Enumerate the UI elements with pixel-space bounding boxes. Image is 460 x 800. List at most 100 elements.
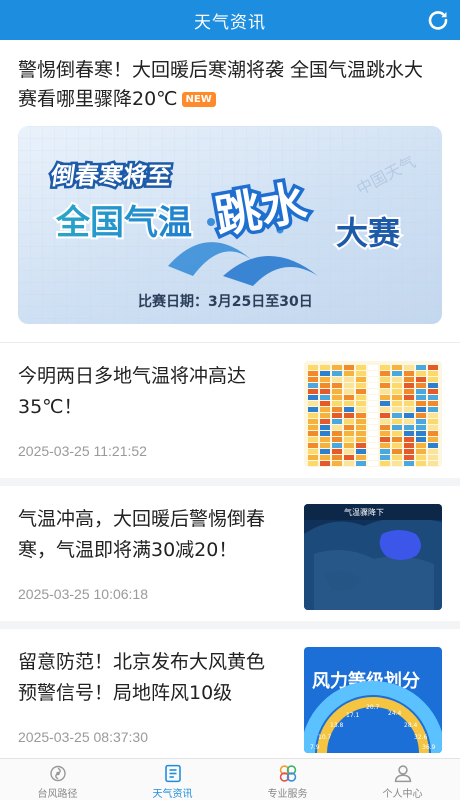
typhoon-icon [49, 765, 66, 782]
table-cell [380, 401, 390, 406]
table-cell [320, 449, 330, 454]
table-cell [404, 395, 414, 400]
news-item[interactable]: 留意防范！北京发布大风黄色预警信号！局地阵风10级 2025-03-25 08:… [0, 629, 460, 758]
table-cell [416, 425, 426, 430]
tab-personal-center[interactable]: 个人中心 [345, 759, 460, 800]
table-cell [356, 383, 366, 388]
table-label-cell [368, 401, 378, 406]
temperature-table-graphic [304, 361, 442, 467]
news-date: 2025-03-25 11:21:52 [18, 443, 147, 459]
tab-professional-service[interactable]: 专业服务 [230, 759, 345, 800]
table-cell [428, 413, 438, 418]
table-cell [320, 419, 330, 424]
table-cell [332, 449, 342, 454]
table-cell [392, 365, 402, 370]
news-title[interactable]: 气温冲高，大回暖后警惕倒春寒，气温即将满30减20！ [18, 504, 280, 566]
table-cell [404, 407, 414, 412]
table-cell [404, 377, 414, 382]
refresh-icon[interactable] [426, 8, 450, 32]
table-cell [428, 371, 438, 376]
table-cell [332, 431, 342, 436]
news-title[interactable]: 今明两日多地气温将冲高达35℃！ [18, 361, 280, 423]
table-cell [380, 419, 390, 424]
featured-title[interactable]: 警惕倒春寒！大回暖后寒潮将袭 全国气温跳水大赛看哪里骤降20℃ NEW [18, 56, 442, 114]
table-cell [428, 443, 438, 448]
table-label-cell [368, 365, 378, 370]
table-cell [380, 431, 390, 436]
table-cell [380, 437, 390, 442]
news-title[interactable]: 留意防范！北京发布大风黄色预警信号！局地阵风10级 [18, 647, 280, 709]
featured-banner[interactable]: 中国天气 倒春寒将至 全国气温 跳水 大赛 比赛日期：3月25日至30日 [18, 126, 442, 324]
table-cell [320, 371, 330, 376]
table-cell [428, 449, 438, 454]
table-cell [416, 371, 426, 376]
wind-value: 24.4 [388, 710, 402, 717]
table-cell [416, 431, 426, 436]
table-label-cell [368, 383, 378, 388]
table-label-cell [368, 419, 378, 424]
table-cell [308, 365, 318, 370]
wind-value: 13.8 [330, 722, 344, 729]
wind-scale-thumbnail[interactable]: 风力等级划分 17.1 20.7 24.4 13.8 28.4 10.7 32.… [304, 647, 442, 753]
table-cell [356, 401, 366, 406]
table-cell [308, 383, 318, 388]
banner-line2c: 大赛 [336, 214, 401, 252]
news-feed[interactable]: 警惕倒春寒！大回暖后寒潮将袭 全国气温跳水大赛看哪里骤降20℃ NEW 中国天气… [0, 40, 460, 758]
table-cell [392, 425, 402, 430]
table-cell [380, 383, 390, 388]
table-cell [344, 407, 354, 412]
news-item[interactable]: 气温冲高，大回暖后警惕倒春寒，气温即将满30减20！ 2025-03-25 10… [0, 486, 460, 629]
table-cell [428, 377, 438, 382]
table-cell [392, 443, 402, 448]
table-cell [344, 431, 354, 436]
table-cell [380, 461, 390, 466]
table-cell [356, 389, 366, 394]
table-cell [356, 455, 366, 460]
table-cell [416, 401, 426, 406]
tab-typhoon-path[interactable]: 台风路径 [0, 759, 115, 800]
table-label-cell [368, 395, 378, 400]
table-cell [332, 377, 342, 382]
table-cell [392, 371, 402, 376]
table-cell [428, 395, 438, 400]
table-cell [404, 371, 414, 376]
table-cell [332, 389, 342, 394]
news-date: 2025-03-25 08:37:30 [18, 729, 148, 745]
wind-value: 17.1 [346, 712, 360, 719]
table-cell [344, 425, 354, 430]
table-cell [332, 425, 342, 430]
table-cell [380, 377, 390, 382]
featured-article[interactable]: 警惕倒春寒！大回暖后寒潮将袭 全国气温跳水大赛看哪里骤降20℃ NEW 中国天气… [0, 40, 460, 343]
bottom-tab-bar: 台风路径 天气资讯 专业服务 个人中心 [0, 758, 460, 800]
table-cell [416, 395, 426, 400]
table-cell [320, 431, 330, 436]
featured-title-text[interactable]: 警惕倒春寒！大回暖后寒潮将袭 全国气温跳水大赛看哪里骤降20℃ [18, 59, 423, 110]
table-cell [332, 437, 342, 442]
temperature-drop-map-thumbnail[interactable]: 气温骤降下 [304, 504, 442, 610]
tab-label: 台风路径 [37, 789, 78, 800]
wind-value: 32.6 [414, 734, 428, 741]
banner-line2a: 全国气温 [55, 203, 192, 243]
table-cell [308, 431, 318, 436]
table-label-cell [368, 431, 378, 436]
table-cell [344, 395, 354, 400]
table-cell [320, 395, 330, 400]
banner-line1: 倒春寒将至 [48, 162, 173, 190]
table-cell [380, 407, 390, 412]
page-title: 天气资讯 [194, 12, 266, 33]
news-item[interactable]: 今明两日多地气温将冲高达35℃！ 2025-03-25 11:21:52 [0, 343, 460, 486]
table-label-cell [368, 413, 378, 418]
table-cell [380, 365, 390, 370]
tab-weather-news[interactable]: 天气资讯 [115, 759, 230, 800]
table-cell [320, 401, 330, 406]
table-cell [416, 455, 426, 460]
table-cell [320, 383, 330, 388]
table-cell [416, 413, 426, 418]
table-cell [392, 401, 402, 406]
table-cell [380, 449, 390, 454]
table-cell [320, 407, 330, 412]
temperature-table-thumbnail[interactable] [304, 361, 442, 467]
table-label-cell [368, 449, 378, 454]
table-cell [404, 401, 414, 406]
table-cell [428, 437, 438, 442]
